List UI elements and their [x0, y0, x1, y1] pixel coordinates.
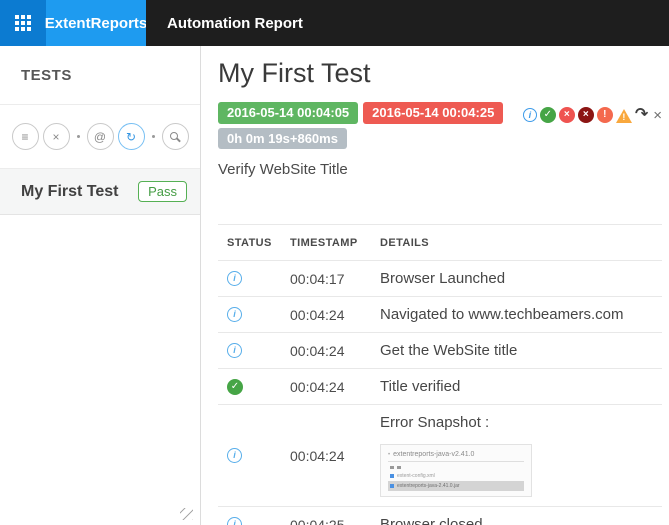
apps-grid-button[interactable] — [0, 0, 46, 46]
tests-sidebar: TESTS ≡ × @ ↻ My First Test Pass — [0, 46, 201, 525]
test-detail-panel: My First Test 2016-05-14 00:04:05 2016-0… — [201, 46, 669, 525]
log-details: Title verified — [380, 378, 461, 396]
content-area: TESTS ≡ × @ ↻ My First Test Pass My Firs… — [0, 46, 669, 525]
error-snapshot-thumbnail[interactable]: • extentreports-java-v2.41.0 extent-conf… — [380, 444, 532, 498]
caret-icon: • — [388, 452, 391, 459]
report-title: Automation Report — [146, 0, 669, 46]
log-details: Get the WebSite title — [380, 342, 518, 360]
log-timestamp: 00:04:24 — [290, 447, 345, 464]
grid-icon — [15, 15, 31, 31]
test-filter-toolbar: ≡ × @ ↻ — [0, 105, 200, 169]
snapshot-file-row-selected: extentreports-java-2.41.0.jar — [388, 481, 524, 492]
info-icon: i — [227, 343, 242, 359]
duration-badge: 0h 0m 19s+860ms — [218, 127, 347, 150]
refresh-icon: ↻ — [125, 129, 137, 144]
log-details: Browser Launched — [380, 270, 506, 288]
log-row: i 00:04:25 Browser closed — [218, 506, 662, 525]
log-row: i 00:04:24 Get the WebSite title — [218, 332, 662, 368]
test-meta-row: 2016-05-14 00:04:05 2016-05-14 00:04:25 … — [218, 102, 662, 153]
category-icon: @ — [93, 129, 107, 144]
search-button[interactable] — [161, 123, 189, 150]
sidebar-test-item[interactable]: My First Test Pass — [0, 169, 200, 215]
end-time-badge: 2016-05-14 00:04:25 — [363, 102, 504, 124]
resize-grip[interactable] — [180, 508, 193, 520]
warning-exclamation: ! — [622, 111, 626, 122]
log-timestamp: 00:04:24 — [290, 306, 345, 323]
log-row: ✓ 00:04:24 Title verified — [218, 368, 662, 404]
clear-filters-icon[interactable]: × — [653, 108, 662, 123]
start-time-badge: 2016-05-14 00:04:05 — [218, 102, 359, 124]
log-timestamp: 00:04:24 — [290, 342, 345, 359]
log-details: Browser closed — [380, 516, 483, 525]
snapshot-file-row: extent-config.xml — [388, 471, 524, 481]
log-table: STATUS TIMESTAMP DETAILS i 00:04:17 Brow… — [218, 224, 662, 525]
tests-heading: TESTS — [0, 46, 200, 105]
log-row: i 00:04:24 Navigated to www.techbeamers.… — [218, 296, 662, 332]
warning-filter-icon[interactable]: ! — [615, 108, 632, 123]
log-details: Navigated to www.techbeamers.com — [380, 306, 624, 324]
log-details: Error Snapshot : • extentreports-java-v2… — [380, 414, 662, 498]
pass-filter-icon[interactable]: ✓ — [539, 107, 556, 123]
divider — [388, 461, 524, 463]
page-title: My First Test — [218, 58, 371, 88]
file-icon — [390, 474, 394, 479]
skip-filter-icon[interactable]: ↷ — [635, 107, 648, 123]
log-status-filter-bar: i ✓ × × ! ! ↷ × — [522, 107, 662, 123]
error-filter-icon[interactable]: ! — [596, 107, 613, 123]
category-filter-button[interactable]: @ — [86, 123, 114, 150]
info-icon: i — [227, 307, 242, 323]
snapshot-file-name: extentreports-java-2.41.0.jar — [397, 483, 460, 490]
details-column-header: DETAILS — [380, 236, 430, 249]
snapshot-title-text: extentreports-java-v2.41.0 — [393, 451, 475, 459]
list-icon: ≡ — [21, 129, 29, 144]
log-row: i 00:04:17 Browser Launched — [218, 260, 662, 296]
log-timestamp: 00:04:24 — [290, 378, 345, 395]
clear-filter-button[interactable]: × — [42, 123, 70, 150]
info-icon: i — [227, 271, 242, 287]
log-timestamp: 00:04:25 — [290, 516, 345, 525]
snapshot-label: Error Snapshot : — [380, 414, 490, 432]
test-status-badge: Pass — [138, 181, 187, 202]
close-icon: × — [52, 129, 60, 144]
status-column-header: STATUS — [227, 236, 272, 249]
top-navbar: ExtentReports Automation Report — [0, 0, 669, 46]
log-row-error-snapshot: i 00:04:24 Error Snapshot : • extentrepo… — [218, 404, 662, 506]
info-icon: i — [227, 517, 242, 525]
fatal-filter-icon[interactable]: × — [577, 107, 594, 123]
snapshot-file-name: extent-config.xml — [397, 473, 435, 480]
separator-dot — [151, 135, 155, 138]
log-timestamp: 00:04:17 — [290, 270, 345, 287]
file-icon — [390, 484, 394, 489]
test-description: Verify WebSite Title — [218, 161, 348, 179]
refresh-button[interactable]: ↻ — [117, 123, 145, 150]
list-view-button[interactable]: ≡ — [11, 123, 39, 150]
time-badges: 2016-05-14 00:04:05 2016-05-14 00:04:25 … — [218, 102, 504, 153]
fail-filter-icon[interactable]: × — [558, 107, 575, 123]
pass-icon: ✓ — [227, 378, 243, 395]
test-item-name: My First Test — [21, 182, 119, 200]
search-icon — [169, 131, 181, 143]
log-table-header: STATUS TIMESTAMP DETAILS — [218, 224, 662, 260]
info-filter-icon[interactable]: i — [522, 108, 537, 122]
snapshot-folder-title: • extentreports-java-v2.41.0 — [388, 451, 524, 458]
timestamp-column-header: TIMESTAMP — [290, 236, 358, 249]
info-icon: i — [227, 448, 242, 464]
brand-logo[interactable]: ExtentReports — [45, 0, 147, 46]
separator-dot — [76, 135, 80, 138]
